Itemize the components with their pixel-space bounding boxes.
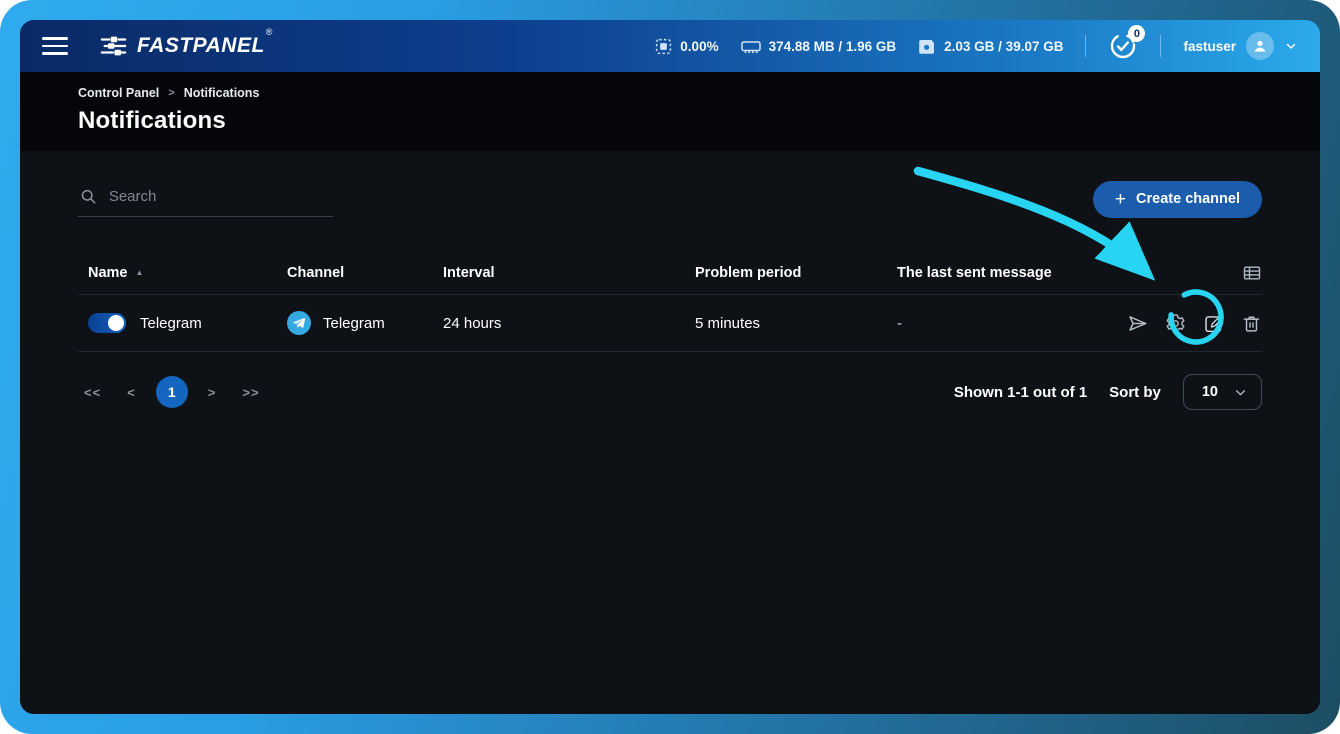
column-header-last-sent[interactable]: The last sent message [897,265,1112,281]
topbar-divider [1085,35,1086,57]
page-size-select[interactable]: 10 [1183,374,1262,410]
cpu-value: 0.00% [680,39,718,54]
topbar: FASTPANEL® 0.00% [20,20,1320,72]
search-box [78,181,333,217]
search-icon [80,187,97,206]
page-current[interactable]: 1 [156,376,188,408]
row-actions [1112,313,1262,334]
cpu-stat: 0.00% [655,38,718,55]
telegram-icon [287,311,311,335]
edit-icon[interactable] [1203,313,1224,334]
table-row: Telegram Telegram 24 hours 5 minutes - [78,295,1262,352]
topbar-right: 0.00% 374.88 MB / 1.96 GB [655,31,1298,61]
disk-stat: 2.03 GB / 39.07 GB [918,38,1063,55]
breadcrumb-notifications[interactable]: Notifications [184,86,260,100]
column-header-channel[interactable]: Channel [287,265,443,281]
disk-value: 2.03 GB / 39.07 GB [944,39,1063,54]
pagination-row: << < 1 > >> Shown 1-1 out of 1 Sort by 1… [78,374,1262,410]
interval-cell: 24 hours [443,315,695,332]
shown-count: Shown 1-1 out of 1 [954,384,1087,401]
create-channel-label: Create channel [1136,191,1240,207]
user-menu[interactable]: fastuser [1183,32,1298,60]
cpu-icon [655,38,672,55]
logo-text: FASTPANEL® [137,34,272,58]
create-channel-button[interactable]: + Create channel [1093,181,1262,218]
plus-icon: + [1115,190,1126,209]
fastpanel-logo[interactable]: FASTPANEL® [100,34,272,58]
column-settings-cell [1112,263,1262,283]
fastpanel-app: FASTPANEL® 0.00% [20,20,1320,714]
settings-icon[interactable] [1165,313,1186,334]
avatar [1246,32,1274,60]
sort-by-label: Sort by [1109,384,1161,401]
column-header-problem-period[interactable]: Problem period [695,265,897,281]
title-band: Control Panel > Notifications Notificati… [20,72,1320,151]
page-size-value: 10 [1202,384,1218,400]
send-test-icon[interactable] [1127,313,1148,334]
equalizer-icon [100,34,128,58]
registered-mark: ® [266,27,273,37]
toolbar: + Create channel [78,179,1262,219]
column-header-interval[interactable]: Interval [443,265,695,281]
topbar-divider [1160,35,1161,57]
table-header-row: Name ▲ Channel Interval Problem period T… [78,251,1262,295]
username: fastuser [1183,39,1236,54]
chevron-down-icon [1234,386,1247,399]
page-title: Notifications [78,107,1262,135]
ram-stat: 374.88 MB / 1.96 GB [741,38,897,55]
ram-value: 374.88 MB / 1.96 GB [769,39,897,54]
person-icon [1251,37,1269,55]
enabled-toggle[interactable] [88,313,126,333]
last-sent-cell: - [897,315,1112,332]
disk-icon [918,38,936,55]
channel-name: Telegram [140,315,202,332]
sort-asc-icon: ▲ [136,268,144,277]
toggle-knob [108,315,124,331]
pager-right: Shown 1-1 out of 1 Sort by 10 [954,374,1262,410]
window-frame: FASTPANEL® 0.00% [0,0,1340,734]
page-prev-button[interactable]: < [121,381,142,404]
name-cell: Telegram [78,313,287,333]
ram-icon [741,38,761,55]
delete-icon[interactable] [1241,313,1262,334]
chevron-down-icon [1284,39,1298,53]
page-next-button[interactable]: > [202,381,223,404]
tasks-badge: 0 [1128,25,1145,42]
problem-period-cell: 5 minutes [695,315,897,332]
channel-cell: Telegram [287,311,443,335]
channel-type: Telegram [323,315,385,332]
channels-table: Name ▲ Channel Interval Problem period T… [78,251,1262,352]
table-columns-icon[interactable] [1242,263,1262,283]
breadcrumb-separator: > [168,87,174,99]
page-first-button[interactable]: << [78,381,107,404]
tasks-button[interactable]: 0 [1108,31,1138,61]
main-content: + Create channel Name ▲ Channel Interval… [20,151,1320,714]
page-last-button[interactable]: >> [236,381,265,404]
hamburger-menu-icon[interactable] [42,37,68,55]
search-input[interactable] [109,188,331,205]
breadcrumb: Control Panel > Notifications [78,86,1262,100]
pager: << < 1 > >> [78,376,266,408]
column-header-name[interactable]: Name ▲ [78,265,287,281]
breadcrumb-control-panel[interactable]: Control Panel [78,86,159,100]
